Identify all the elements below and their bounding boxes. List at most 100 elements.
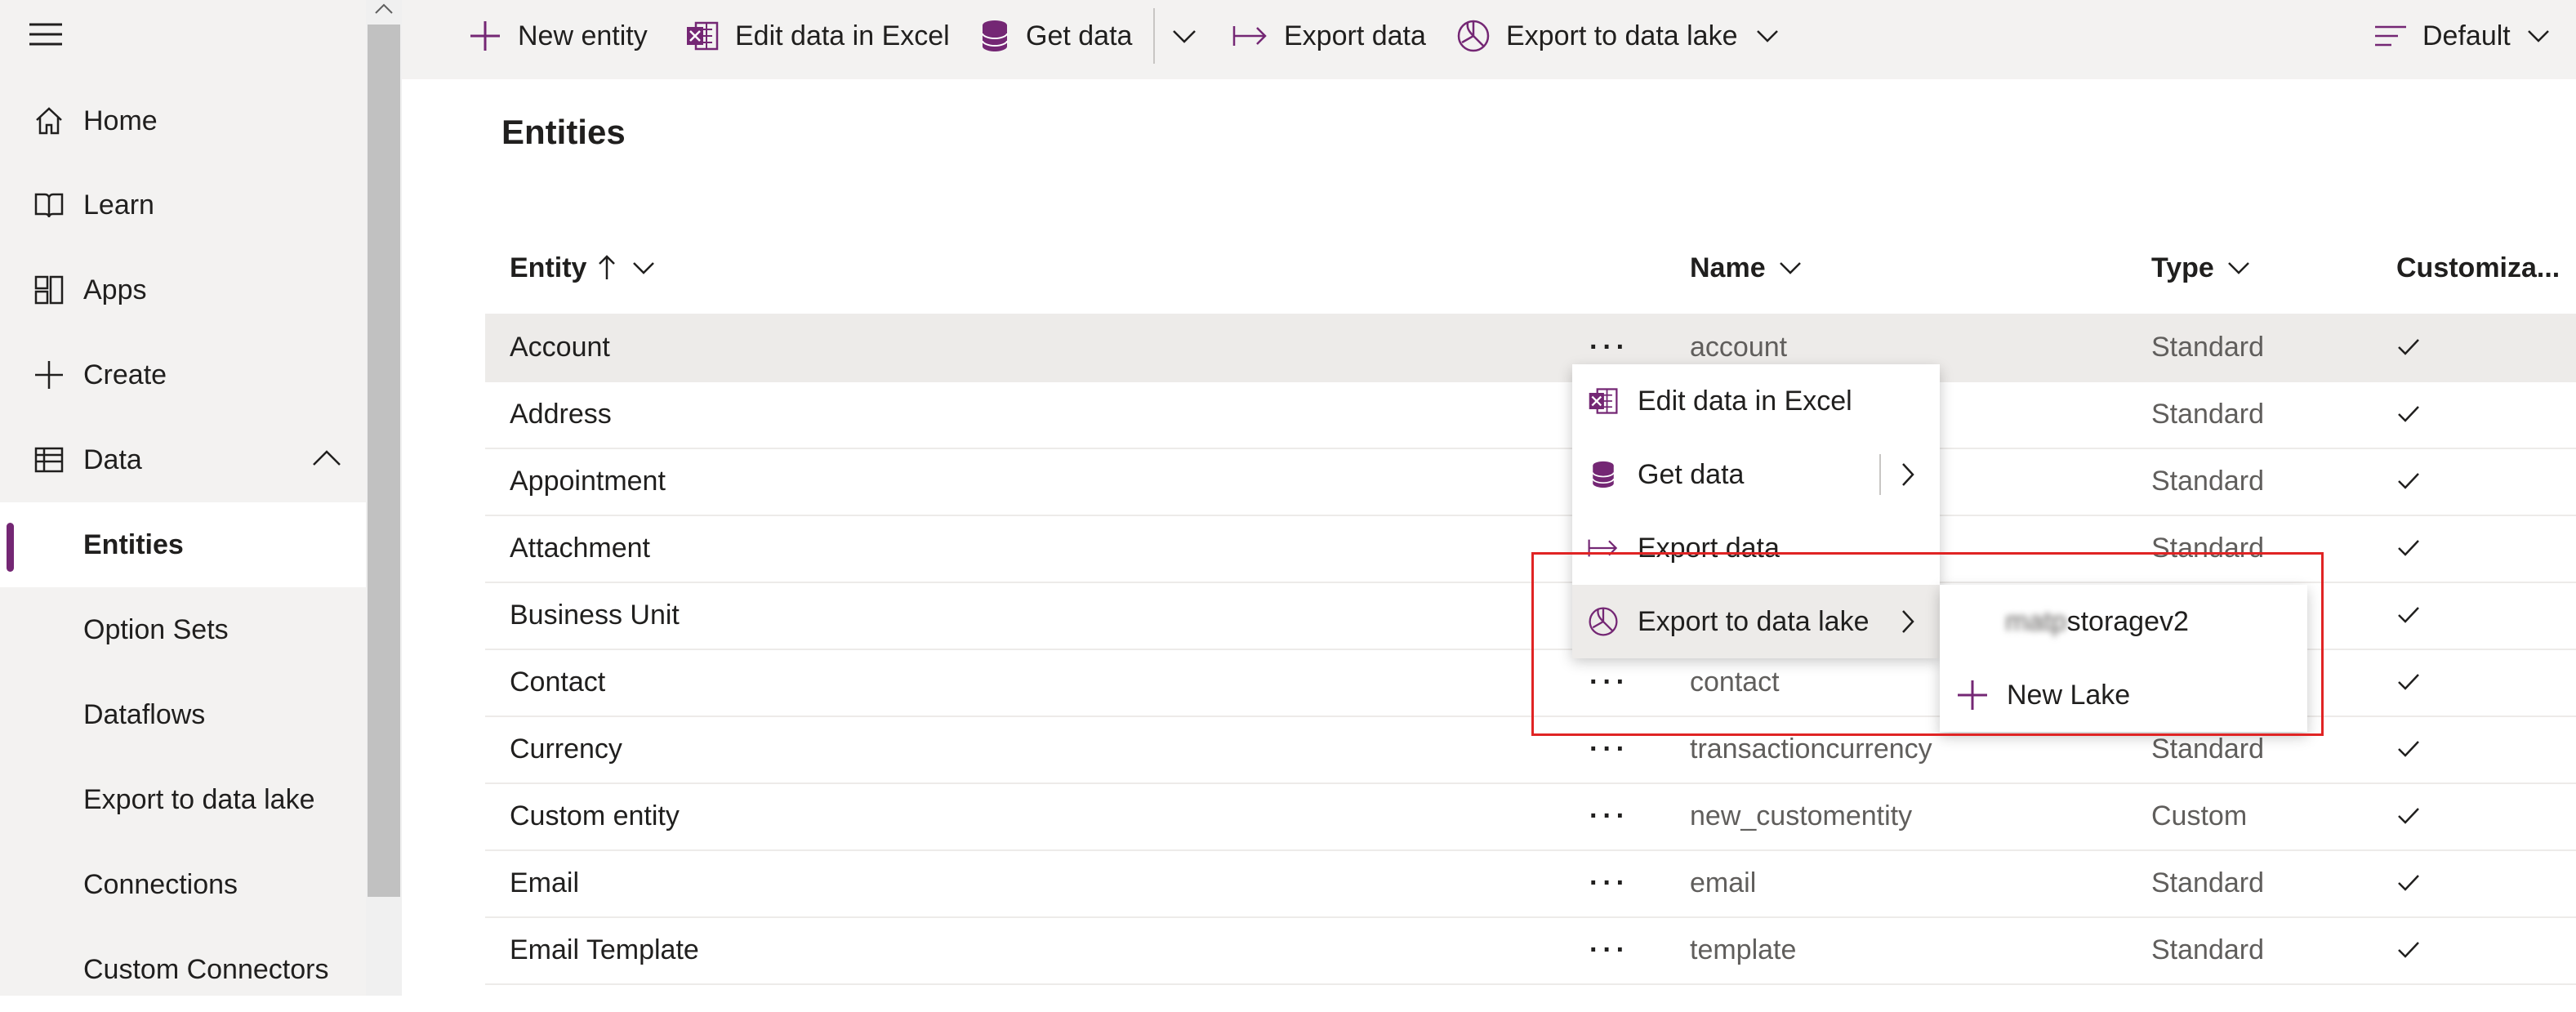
column-header-customizable[interactable]: Customiza... (2396, 245, 2560, 291)
column-header-type[interactable]: Type (2151, 245, 2252, 291)
database-icon (982, 20, 1008, 51)
excel-icon (1587, 385, 1620, 417)
checkmark-icon (2396, 716, 2421, 782)
entity-display-name[interactable]: Custom entity (510, 782, 680, 849)
entity-display-name[interactable]: Account (510, 314, 610, 381)
entity-type: Standard (2151, 867, 2264, 898)
checkmark-icon (2396, 916, 2421, 983)
checkmark-icon (2396, 381, 2421, 448)
sidebar-item-label: Create (83, 359, 167, 390)
page-title: Entities (501, 113, 626, 151)
sidebar-item-option-sets[interactable]: Option Sets (0, 587, 366, 672)
checkmark-icon (2396, 649, 2421, 716)
chevron-down-icon (1779, 262, 1801, 274)
sidebar-item-custom-connectors[interactable]: Custom Connectors (0, 927, 366, 1012)
button-label: Export data (1284, 20, 1426, 51)
sidebar-item-data[interactable]: Data (0, 417, 366, 502)
sidebar-item-apps[interactable]: Apps (0, 247, 366, 332)
selected-indicator (7, 523, 14, 572)
button-label: Edit data in Excel (735, 20, 950, 51)
book-icon (28, 184, 70, 226)
chevron-down-icon (633, 262, 655, 274)
get-data-button[interactable]: Get data (978, 0, 1132, 72)
more-actions-button[interactable]: ··· (1589, 849, 1629, 916)
plus-icon (470, 21, 500, 51)
excel-icon (687, 21, 719, 51)
get-data-dropdown[interactable] (1170, 0, 1214, 72)
entity-display-name[interactable]: Email Template (510, 916, 699, 983)
column-header-name[interactable]: Name (1690, 245, 1803, 291)
menu-item-get-data[interactable]: Get data (1572, 438, 1940, 511)
view-list-icon (2375, 25, 2406, 47)
entity-logical-name: new_customentity (1690, 800, 1913, 831)
entity-type: Standard (2151, 465, 2264, 497)
chevron-down-icon (1756, 30, 1778, 42)
sidebar-item-label: Learn (83, 189, 154, 221)
entity-display-name[interactable]: Email (510, 849, 579, 916)
button-label: Export to data lake (1506, 20, 1738, 51)
apps-icon (28, 269, 70, 311)
sidebar-item-export-to-data-lake[interactable]: Export to data lake (0, 757, 366, 842)
button-label: Default (2422, 20, 2511, 51)
sidebar-item-create[interactable]: Create (0, 332, 366, 417)
entity-display-name[interactable]: Business Unit (510, 582, 680, 649)
checkmark-icon (2396, 314, 2421, 381)
sidebar-item-label: Connections (83, 868, 238, 900)
entity-logical-name: template (1690, 934, 1797, 965)
entity-type: Standard (2151, 398, 2264, 430)
entity-display-name[interactable]: Currency (510, 716, 622, 782)
table-row[interactable]: Address···Standard (485, 381, 2576, 449)
scrollbar-thumb[interactable] (368, 25, 400, 897)
column-header-label: Customiza... (2396, 252, 2560, 283)
export-to-data-lake-button[interactable]: Export to data lake (1455, 0, 1780, 72)
left-navigation: Home Learn Apps Create Data Entities Opt… (0, 0, 366, 996)
sidebar-item-label: Apps (83, 274, 147, 305)
entity-display-name[interactable]: Attachment (510, 515, 650, 582)
table-row[interactable]: Custom entity ··· new_customentity Custom (485, 782, 2576, 851)
sidebar-item-label: Dataflows (83, 698, 206, 730)
sidebar-item-entities[interactable]: Entities (0, 502, 366, 587)
checkmark-icon (2396, 849, 2421, 916)
button-label: Get data (1026, 20, 1133, 51)
sidebar-item-label: Data (83, 444, 142, 475)
more-actions-button[interactable]: ··· (1589, 782, 1629, 849)
view-selector[interactable]: Default (2373, 0, 2551, 72)
sidebar-item-connections[interactable]: Connections (0, 842, 366, 927)
table-row[interactable]: Email Template ··· template Standard (485, 916, 2576, 985)
chevron-up-icon[interactable] (310, 445, 343, 477)
column-header-entity[interactable]: Entity (510, 245, 657, 291)
menu-item-label: Edit data in Excel (1638, 385, 1852, 417)
entity-display-name[interactable]: Appointment (510, 448, 666, 515)
table-row[interactable]: Account ··· account Standard (485, 314, 2576, 382)
sidebar-item-label: Custom Connectors (83, 953, 329, 985)
sidebar-item-label: Export to data lake (83, 783, 315, 815)
annotation-highlight-box (1531, 552, 2324, 736)
chevron-down-icon (1173, 30, 1196, 43)
sidebar-item-label: Home (83, 105, 158, 136)
table-row[interactable]: Appointment···Standard (485, 448, 2576, 516)
scroll-up-arrow-icon[interactable] (372, 0, 395, 16)
column-header-label: Name (1690, 252, 1766, 283)
chevron-right-icon[interactable] (1899, 461, 1917, 488)
menu-item-edit-in-excel[interactable]: Edit data in Excel (1572, 364, 1940, 438)
sidebar-item-learn[interactable]: Learn (0, 163, 366, 247)
sort-ascending-icon (599, 255, 616, 279)
export-data-button[interactable]: Export data (1232, 0, 1426, 72)
entity-display-name[interactable]: Contact (510, 649, 605, 716)
new-entity-button[interactable]: New entity (467, 0, 648, 72)
database-icon (1587, 458, 1620, 491)
split-divider (1879, 454, 1881, 495)
chevron-down-icon (2527, 30, 2549, 42)
entity-display-name[interactable]: Address (510, 381, 612, 448)
home-icon (28, 100, 70, 142)
menu-item-label: Get data (1638, 458, 1745, 490)
edit-in-excel-button[interactable]: Edit data in Excel (684, 0, 950, 72)
sidebar-item-home[interactable]: Home (0, 78, 366, 163)
checkmark-icon (2396, 448, 2421, 515)
sidebar-item-label: Entities (83, 528, 184, 560)
more-actions-button[interactable]: ··· (1589, 916, 1629, 983)
sidebar-item-dataflows[interactable]: Dataflows (0, 672, 366, 757)
table-row[interactable]: Email ··· email Standard (485, 849, 2576, 918)
hamburger-menu-icon[interactable] (28, 18, 65, 51)
export-arrow-icon (1232, 26, 1267, 46)
